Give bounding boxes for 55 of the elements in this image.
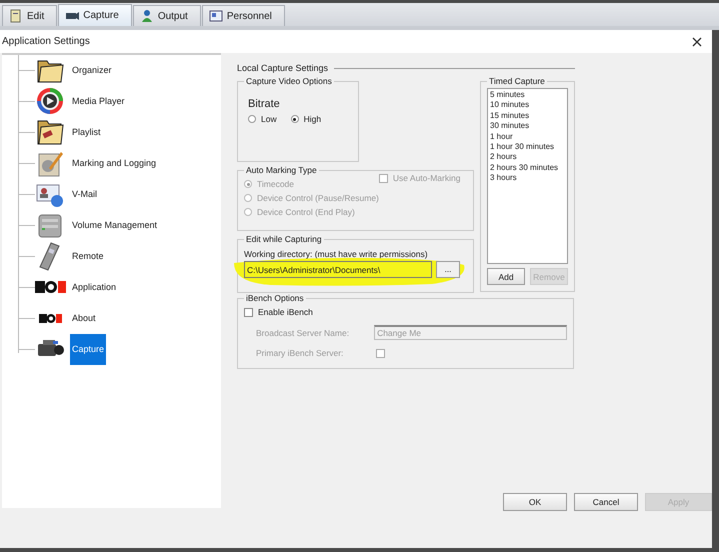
list-item[interactable]: 5 minutes <box>490 90 565 100</box>
list-item[interactable]: 1 hour <box>490 132 565 142</box>
option-label: Device Control (Pause/Resume) <box>257 193 379 203</box>
tab[interactable]: Capture <box>58 4 132 26</box>
path-field[interactable]: C:\Users\Administrator\Documents\ <box>244 261 432 278</box>
list-item[interactable]: 10 minutes <box>490 100 565 111</box>
list-item[interactable]: 2 hours <box>490 152 565 163</box>
sidebar-item[interactable]: Media Player <box>70 86 127 117</box>
group-title: Edit while Capturing <box>245 234 323 244</box>
tab[interactable]: Output <box>132 5 201 26</box>
sidebar-item[interactable]: Remote <box>70 241 106 272</box>
button[interactable]: Cancel <box>574 493 638 511</box>
group-title: Timed Capture <box>488 76 546 86</box>
play-icon <box>35 86 66 117</box>
list-item[interactable]: 30 minutes <box>490 121 565 132</box>
list-item[interactable]: 2 hours 30 minutes <box>490 162 565 174</box>
button[interactable]: Add <box>487 268 525 285</box>
sidebar-item[interactable]: About <box>70 303 98 334</box>
list-item[interactable]: 3 hours <box>490 173 565 184</box>
list-item[interactable]: 1 hour 30 minutes <box>490 142 565 152</box>
person-icon <box>140 9 154 23</box>
sidebar-item[interactable]: Capture <box>70 334 106 365</box>
checkbox-label: Enable iBench <box>258 307 313 317</box>
button[interactable]: OK <box>503 493 567 511</box>
group-title: Auto Marking Type <box>245 165 318 175</box>
group-title: Capture Video Options <box>245 76 333 86</box>
radio-button[interactable] <box>290 115 299 123</box>
field-label: Working directory: (must have write permissions) <box>244 249 429 259</box>
tab[interactable]: Edit <box>2 5 58 26</box>
group-title: iBench Options <box>245 293 305 303</box>
sidebar-item[interactable]: Volume Management <box>70 210 160 241</box>
field-label: Broadcast Server Name: <box>256 328 350 338</box>
option-label: Timecode <box>257 179 294 189</box>
checkbox-label: Use Auto-Marking <box>392 173 460 183</box>
radio-button[interactable] <box>248 115 256 123</box>
close-icon <box>692 36 702 46</box>
option-label: Low <box>261 114 277 124</box>
sidebar-item[interactable]: Playlist <box>70 117 103 148</box>
section-title: Local Capture Settings <box>237 63 328 73</box>
list-box[interactable]: 5 minutes 10 minutes 15 minutes 30 minutes 1 hour 1 hour 30 minutes 2 hours 2 hours 30 minutes 3 hours <box>487 88 568 264</box>
window-title: Application Settings <box>2 36 90 47</box>
logo-icon <box>39 314 62 323</box>
sidebar-item[interactable]: V-Mail <box>70 179 100 210</box>
sidebar-item[interactable]: Organizer <box>70 55 114 86</box>
browse-button[interactable]: ... <box>436 261 460 278</box>
doc-icon <box>9 9 23 23</box>
sidebar-item[interactable]: Marking and Logging <box>70 148 158 179</box>
list-item[interactable]: 15 minutes <box>490 110 565 122</box>
field-label: Primary iBench Server: <box>256 348 344 358</box>
tab[interactable]: Personnel <box>202 5 285 26</box>
option-label: High <box>304 114 322 124</box>
sidebar-item[interactable]: Application <box>70 272 118 303</box>
card-icon <box>208 9 223 23</box>
bitrate-label: Bitrate <box>248 98 281 110</box>
option-label: Device Control (End Play) <box>257 207 355 217</box>
